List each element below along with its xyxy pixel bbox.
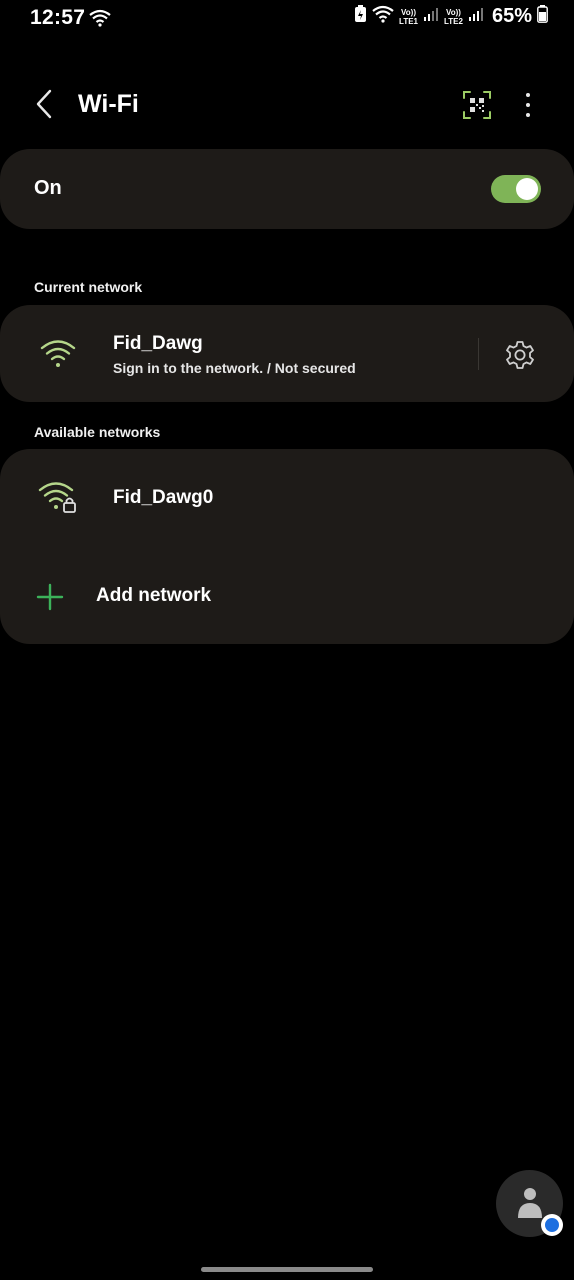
sim2-lte: LTE2 bbox=[444, 16, 463, 26]
badge-dot bbox=[545, 1218, 559, 1232]
divider bbox=[478, 338, 479, 370]
sim2-label: Vo)) LTE2 bbox=[444, 8, 463, 26]
app-header: Wi-Fi bbox=[0, 70, 574, 140]
back-button[interactable] bbox=[28, 86, 60, 126]
current-network-status: Sign in to the network. / Not secured bbox=[113, 360, 356, 376]
available-networks-card: Fid_Dawg0 Add network bbox=[0, 449, 574, 644]
wifi-toggle-label: On bbox=[34, 177, 62, 199]
plus-icon bbox=[36, 583, 64, 611]
available-network-name: Fid_Dawg0 bbox=[113, 487, 214, 508]
network-list-item[interactable]: Fid_Dawg0 bbox=[0, 449, 574, 545]
wifi-toggle-card[interactable]: On bbox=[0, 149, 574, 229]
wifi-status-icon bbox=[89, 9, 111, 32]
sim2-volte: Vo)) bbox=[446, 7, 461, 17]
wifi-signal-icon bbox=[372, 5, 394, 28]
more-dot bbox=[526, 113, 530, 117]
current-network-name: Fid_Dawg bbox=[113, 333, 203, 354]
status-bar: 12:57 Vo)) LTE1 Vo)) LTE2 65% bbox=[0, 0, 574, 38]
page-title: Wi-Fi bbox=[78, 90, 139, 118]
sim1-lte: LTE1 bbox=[399, 16, 418, 26]
battery-saver-icon bbox=[354, 5, 367, 28]
current-network-header: Current network bbox=[34, 279, 143, 295]
signal-bars-icon bbox=[468, 6, 484, 27]
switch-knob bbox=[516, 178, 538, 200]
person-icon bbox=[515, 1186, 545, 1225]
add-network-button[interactable]: Add network bbox=[0, 549, 574, 639]
signal-bars-icon bbox=[423, 6, 439, 27]
add-network-label: Add network bbox=[96, 585, 212, 606]
more-dot bbox=[526, 103, 530, 107]
available-networks-header: Available networks bbox=[34, 424, 161, 440]
sim1-volte: Vo)) bbox=[401, 7, 416, 17]
wifi-toggle-switch[interactable] bbox=[491, 175, 541, 203]
wifi-icon bbox=[40, 338, 76, 373]
chat-badge-icon bbox=[541, 1214, 563, 1236]
status-time: 12:57 bbox=[30, 6, 86, 29]
qr-scan-icon bbox=[460, 91, 494, 126]
battery-icon bbox=[537, 5, 548, 28]
gear-icon bbox=[503, 341, 537, 376]
navigation-handle[interactable] bbox=[201, 1267, 373, 1272]
chevron-left-icon bbox=[35, 89, 53, 124]
network-settings-button[interactable] bbox=[503, 338, 537, 372]
current-network-row[interactable]: Fid_Dawg Sign in to the network. / Not s… bbox=[0, 305, 574, 402]
wifi-locked-icon bbox=[38, 480, 80, 519]
sim1-label: Vo)) LTE1 bbox=[399, 8, 418, 26]
more-options-button[interactable] bbox=[514, 88, 542, 122]
battery-percent: 65% bbox=[491, 5, 532, 27]
more-vertical-icon bbox=[526, 93, 530, 97]
qr-scan-button[interactable] bbox=[460, 88, 494, 122]
